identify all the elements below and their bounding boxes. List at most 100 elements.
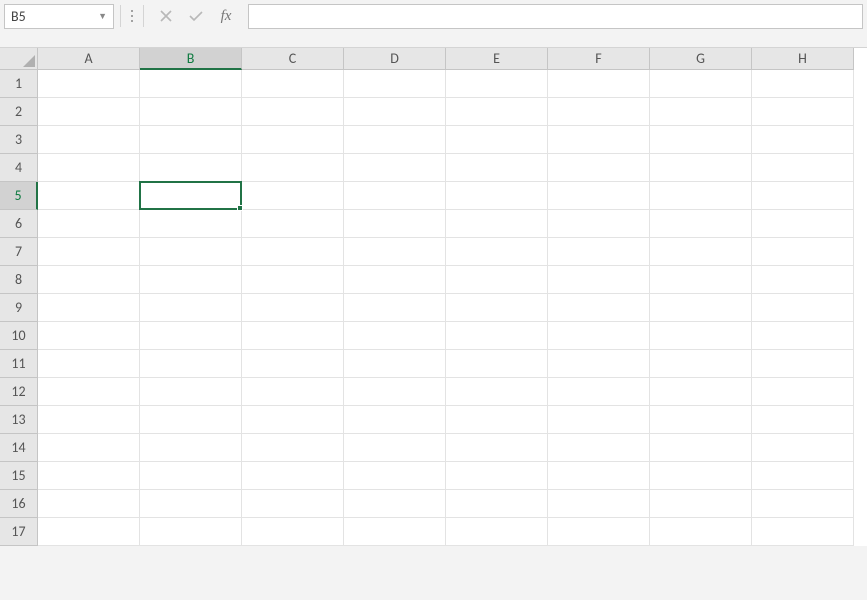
- column-header-e[interactable]: E: [446, 48, 548, 70]
- cell-f14[interactable]: [548, 434, 650, 462]
- cell-f3[interactable]: [548, 126, 650, 154]
- cell-b1[interactable]: [140, 70, 242, 98]
- cell-d13[interactable]: [344, 406, 446, 434]
- name-box-dropdown-icon[interactable]: ▼: [98, 11, 107, 22]
- cell-g11[interactable]: [650, 350, 752, 378]
- cell-e1[interactable]: [446, 70, 548, 98]
- cell-e12[interactable]: [446, 378, 548, 406]
- cell-f11[interactable]: [548, 350, 650, 378]
- row-header-16[interactable]: 16: [0, 490, 38, 518]
- cell-a17[interactable]: [38, 518, 140, 546]
- cell-d10[interactable]: [344, 322, 446, 350]
- cell-a15[interactable]: [38, 462, 140, 490]
- cell-e8[interactable]: [446, 266, 548, 294]
- cell-b5[interactable]: [140, 182, 242, 210]
- cell-b14[interactable]: [140, 434, 242, 462]
- cell-f17[interactable]: [548, 518, 650, 546]
- insert-function-button[interactable]: fx: [216, 6, 236, 26]
- cell-b10[interactable]: [140, 322, 242, 350]
- column-header-b[interactable]: B: [140, 48, 242, 70]
- cell-h3[interactable]: [752, 126, 854, 154]
- cell-g12[interactable]: [650, 378, 752, 406]
- cell-e7[interactable]: [446, 238, 548, 266]
- cell-c6[interactable]: [242, 210, 344, 238]
- column-header-g[interactable]: G: [650, 48, 752, 70]
- cell-g13[interactable]: [650, 406, 752, 434]
- cell-c2[interactable]: [242, 98, 344, 126]
- cell-h4[interactable]: [752, 154, 854, 182]
- cell-g2[interactable]: [650, 98, 752, 126]
- row-header-7[interactable]: 7: [0, 238, 38, 266]
- cell-a6[interactable]: [38, 210, 140, 238]
- column-header-c[interactable]: C: [242, 48, 344, 70]
- cell-b8[interactable]: [140, 266, 242, 294]
- cell-e4[interactable]: [446, 154, 548, 182]
- cell-f2[interactable]: [548, 98, 650, 126]
- cell-g14[interactable]: [650, 434, 752, 462]
- cell-b7[interactable]: [140, 238, 242, 266]
- row-header-5[interactable]: 5: [0, 182, 38, 210]
- row-header-3[interactable]: 3: [0, 126, 38, 154]
- cell-a12[interactable]: [38, 378, 140, 406]
- cell-a3[interactable]: [38, 126, 140, 154]
- cell-e11[interactable]: [446, 350, 548, 378]
- cell-e2[interactable]: [446, 98, 548, 126]
- cell-f1[interactable]: [548, 70, 650, 98]
- cell-f4[interactable]: [548, 154, 650, 182]
- cell-h6[interactable]: [752, 210, 854, 238]
- cell-g5[interactable]: [650, 182, 752, 210]
- cell-h14[interactable]: [752, 434, 854, 462]
- column-header-a[interactable]: A: [38, 48, 140, 70]
- column-header-f[interactable]: F: [548, 48, 650, 70]
- cell-c1[interactable]: [242, 70, 344, 98]
- cell-a13[interactable]: [38, 406, 140, 434]
- cell-c11[interactable]: [242, 350, 344, 378]
- cells-area[interactable]: [38, 70, 854, 546]
- cell-f10[interactable]: [548, 322, 650, 350]
- cell-e3[interactable]: [446, 126, 548, 154]
- cell-h2[interactable]: [752, 98, 854, 126]
- cell-d1[interactable]: [344, 70, 446, 98]
- cell-e5[interactable]: [446, 182, 548, 210]
- cell-d16[interactable]: [344, 490, 446, 518]
- cell-c15[interactable]: [242, 462, 344, 490]
- cell-c9[interactable]: [242, 294, 344, 322]
- cell-a2[interactable]: [38, 98, 140, 126]
- cell-a14[interactable]: [38, 434, 140, 462]
- cell-a7[interactable]: [38, 238, 140, 266]
- cell-f12[interactable]: [548, 378, 650, 406]
- cell-g15[interactable]: [650, 462, 752, 490]
- cell-c7[interactable]: [242, 238, 344, 266]
- cell-g16[interactable]: [650, 490, 752, 518]
- row-header-15[interactable]: 15: [0, 462, 38, 490]
- select-all-corner[interactable]: [0, 48, 38, 70]
- cell-d4[interactable]: [344, 154, 446, 182]
- row-header-13[interactable]: 13: [0, 406, 38, 434]
- row-header-6[interactable]: 6: [0, 210, 38, 238]
- cell-d6[interactable]: [344, 210, 446, 238]
- name-box[interactable]: B5 ▼: [4, 4, 114, 29]
- cell-d2[interactable]: [344, 98, 446, 126]
- cell-g6[interactable]: [650, 210, 752, 238]
- cell-f15[interactable]: [548, 462, 650, 490]
- row-header-12[interactable]: 12: [0, 378, 38, 406]
- cell-g9[interactable]: [650, 294, 752, 322]
- cell-f8[interactable]: [548, 266, 650, 294]
- cell-b4[interactable]: [140, 154, 242, 182]
- cell-g7[interactable]: [650, 238, 752, 266]
- cell-g10[interactable]: [650, 322, 752, 350]
- cell-c5[interactable]: [242, 182, 344, 210]
- row-header-1[interactable]: 1: [0, 70, 38, 98]
- cell-b15[interactable]: [140, 462, 242, 490]
- cell-h13[interactable]: [752, 406, 854, 434]
- cell-e9[interactable]: [446, 294, 548, 322]
- cell-b13[interactable]: [140, 406, 242, 434]
- row-header-8[interactable]: 8: [0, 266, 38, 294]
- cell-d12[interactable]: [344, 378, 446, 406]
- cell-b17[interactable]: [140, 518, 242, 546]
- cell-c8[interactable]: [242, 266, 344, 294]
- column-header-h[interactable]: H: [752, 48, 854, 70]
- row-header-11[interactable]: 11: [0, 350, 38, 378]
- cell-d14[interactable]: [344, 434, 446, 462]
- cell-a8[interactable]: [38, 266, 140, 294]
